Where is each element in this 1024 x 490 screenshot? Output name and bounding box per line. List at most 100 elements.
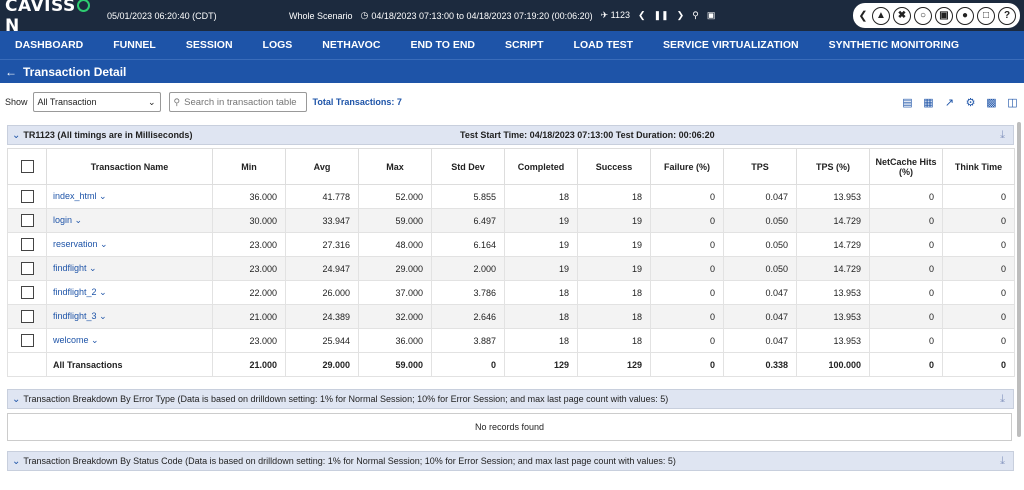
col-failure[interactable]: Failure (%)	[650, 148, 724, 185]
row-checkbox-cell	[7, 328, 47, 353]
row-checkbox[interactable]	[20, 262, 34, 275]
col-netcache[interactable]: NetCache Hits (%)	[869, 148, 943, 185]
col-max[interactable]: Max	[358, 148, 432, 185]
tools-icon[interactable]: ✖	[893, 6, 911, 25]
transaction-name[interactable]: findflight_3	[53, 311, 97, 321]
nav-nethavoc[interactable]: NETHAVOC	[322, 39, 380, 51]
row-checkbox[interactable]	[20, 238, 34, 251]
section-status-code-header[interactable]: ⌄ Transaction Breakdown By Status Code (…	[7, 451, 1014, 471]
chevron-down-icon[interactable]: ⌄	[12, 394, 20, 405]
nav-script[interactable]: SCRIPT	[505, 39, 544, 51]
nav-funnel[interactable]: FUNNEL	[113, 39, 156, 51]
row-checkbox[interactable]	[20, 310, 34, 323]
transaction-name[interactable]: welcome	[53, 335, 89, 345]
max-cell: 32.000	[358, 304, 432, 329]
chevron-down-icon[interactable]: ⌄	[99, 191, 107, 201]
total-netcache-cell: 0	[869, 352, 943, 377]
row-checkbox[interactable]	[20, 334, 34, 347]
transaction-name[interactable]: findflight	[53, 263, 87, 273]
pause-icon[interactable]: ❚❚	[654, 10, 669, 21]
row-checkbox[interactable]	[20, 214, 34, 227]
failure-cell: 0	[650, 256, 724, 281]
chart-icon[interactable]: ↗	[944, 96, 955, 109]
transaction-name-cell[interactable]: findflight_2 ⌄	[46, 280, 213, 305]
screen-icon[interactable]: ▣	[707, 10, 716, 21]
search-input[interactable]	[184, 96, 303, 108]
transaction-name-cell[interactable]: findflight ⌄	[46, 256, 213, 281]
transaction-name[interactable]: index_html	[53, 191, 97, 201]
nav-logs[interactable]: LOGS	[263, 39, 293, 51]
pin-icon[interactable]: ⚲	[692, 10, 699, 21]
next-icon[interactable]: ❯	[677, 10, 685, 21]
nav-synthetic-monitoring[interactable]: SYNTHETIC MONITORING	[829, 39, 959, 51]
back-arrow-icon[interactable]: ←	[5, 65, 17, 79]
col-success[interactable]: Success	[577, 148, 651, 185]
nav-session[interactable]: SESSION	[186, 39, 233, 51]
chevron-down-icon[interactable]: ⌄	[99, 311, 107, 321]
col-tps[interactable]: TPS	[723, 148, 797, 185]
section-error-type-header[interactable]: ⌄ Transaction Breakdown By Error Type (D…	[7, 389, 1014, 409]
transaction-name-cell[interactable]: index_html ⌄	[46, 184, 213, 209]
transaction-name[interactable]: login	[53, 215, 72, 225]
chevron-left-icon[interactable]: ❮	[857, 9, 869, 22]
columns-icon[interactable]: ◫	[1007, 96, 1018, 109]
transaction-name-cell[interactable]: login ⌄	[46, 208, 213, 233]
chevron-down-icon[interactable]: ⌄	[12, 456, 20, 467]
col-avg[interactable]: Avg	[285, 148, 359, 185]
nav-dashboard[interactable]: DASHBOARD	[15, 39, 83, 51]
monitor-icon[interactable]: ▣	[935, 6, 953, 25]
time-range[interactable]: ◷ 04/18/2023 07:13:00 to 04/18/2023 07:1…	[361, 10, 593, 21]
main-nav: DASHBOARD FUNNEL SESSION LOGS NETHAVOC E…	[0, 31, 1024, 59]
download-icon[interactable]: ⤓	[1000, 455, 1005, 468]
chevron-down-icon[interactable]: ⌄	[89, 263, 97, 273]
download-icon[interactable]: ⤓	[1000, 393, 1005, 406]
chevron-down-icon[interactable]: ⌄	[12, 130, 20, 141]
tps-pct-cell: 14.729	[796, 256, 870, 281]
section-transactions-header[interactable]: ⌄ TR1123 (All timings are in Millisecond…	[7, 125, 1014, 145]
vertical-scrollbar[interactable]	[1017, 122, 1021, 437]
chevron-down-icon[interactable]: ⌄	[99, 287, 107, 297]
paint-bucket-icon[interactable]: ▲	[872, 6, 890, 25]
col-tps-pct[interactable]: TPS (%)	[796, 148, 870, 185]
export-icon[interactable]: ▩	[986, 96, 997, 109]
download-icon[interactable]: ⤓	[1000, 129, 1005, 142]
completed-cell: 18	[504, 304, 578, 329]
chevron-down-icon[interactable]: ⌄	[100, 239, 108, 249]
failure-cell: 0	[650, 208, 724, 233]
row-checkbox[interactable]	[20, 286, 34, 299]
desktop-icon[interactable]: □	[977, 6, 995, 25]
total-tps-cell: 0.338	[723, 352, 797, 377]
nav-end-to-end[interactable]: END TO END	[410, 39, 475, 51]
select-all-checkbox[interactable]	[20, 160, 34, 173]
table-row: findflight ⌄ 23.000 24.947 29.000 2.000 …	[7, 256, 1015, 281]
col-transaction-name[interactable]: Transaction Name	[46, 148, 213, 185]
help-icon[interactable]: ?	[998, 6, 1016, 25]
pdf-icon[interactable]: ▤	[902, 96, 913, 109]
transaction-name-cell[interactable]: findflight_3 ⌄	[46, 304, 213, 329]
chevron-down-icon[interactable]: ⌄	[91, 335, 99, 345]
avg-cell: 27.316	[285, 232, 359, 257]
col-min[interactable]: Min	[212, 148, 286, 185]
excel-icon[interactable]: ▦	[923, 96, 934, 109]
transaction-name-cell[interactable]: welcome ⌄	[46, 328, 213, 353]
row-checkbox-cell	[7, 256, 47, 281]
col-completed[interactable]: Completed	[504, 148, 578, 185]
prev-icon[interactable]: ❮	[638, 10, 646, 21]
chevron-down-icon[interactable]: ⌄	[75, 215, 83, 225]
transaction-name-cell[interactable]: reservation ⌄	[46, 232, 213, 257]
think-cell: 0	[942, 208, 1015, 233]
nav-load-test[interactable]: LOAD TEST	[574, 39, 634, 51]
transaction-select[interactable]: All Transaction ⌄	[32, 92, 161, 112]
nav-service-virtualization[interactable]: SERVICE VIRTUALIZATION	[663, 39, 799, 51]
col-std-dev[interactable]: Std Dev	[431, 148, 505, 185]
bell-icon[interactable]: ○	[914, 6, 932, 25]
user-icon[interactable]: ●	[956, 6, 974, 25]
transaction-name[interactable]: findflight_2	[53, 287, 97, 297]
scenario-label[interactable]: Whole Scenario	[289, 11, 353, 21]
completed-cell: 19	[504, 208, 578, 233]
search-box[interactable]: ⚲	[168, 92, 307, 112]
transaction-name[interactable]: reservation	[53, 239, 98, 249]
settings-icon[interactable]: ⚙	[965, 96, 976, 109]
col-think-time[interactable]: Think Time	[942, 148, 1015, 185]
row-checkbox[interactable]	[20, 190, 34, 203]
